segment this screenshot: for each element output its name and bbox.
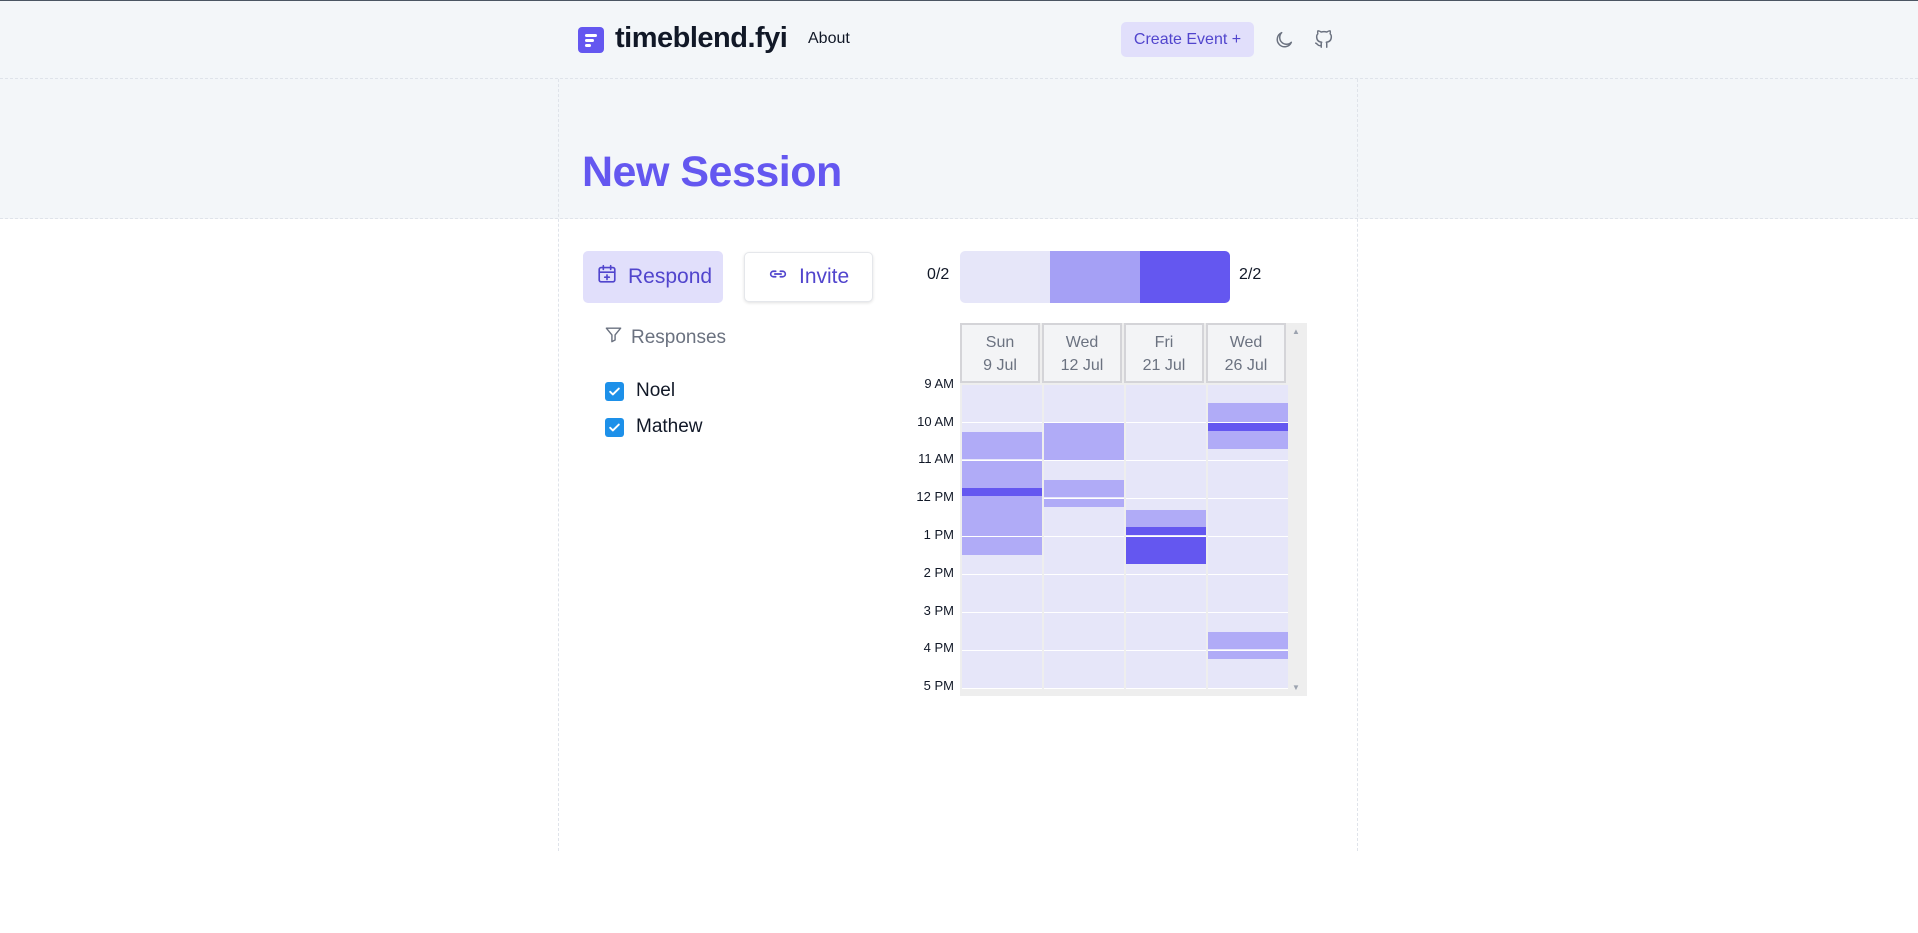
check-icon (609, 387, 620, 395)
page-title: New Session (582, 148, 842, 196)
hour-cell[interactable] (1044, 575, 1124, 612)
time-label: 10 AM (917, 414, 954, 429)
github-icon[interactable] (1313, 28, 1335, 50)
availability-block (1208, 632, 1288, 649)
availability-block (1044, 499, 1124, 507)
invite-button[interactable]: Invite (744, 252, 873, 302)
day-header: Fri 21 Jul (1124, 323, 1204, 383)
time-label: 1 PM (923, 527, 954, 542)
availability-block (962, 537, 1042, 555)
hour-cell[interactable] (1208, 461, 1288, 498)
legend-min-label: 0/2 (927, 266, 950, 283)
availability-block (1044, 423, 1124, 460)
checkbox[interactable] (605, 381, 624, 401)
hour-cell[interactable] (1044, 385, 1124, 422)
hour-cell[interactable] (1126, 613, 1206, 650)
hour-cell[interactable] (962, 575, 1042, 612)
availability-block (962, 432, 1042, 459)
hour-cell[interactable] (1126, 423, 1206, 460)
time-label: 9 AM (924, 376, 954, 391)
invite-label: Invite (799, 265, 850, 288)
legend-swatch-1 (1050, 251, 1140, 303)
top-navbar (0, 1, 1918, 79)
hour-cell[interactable] (1126, 651, 1206, 688)
day-header: Wed 26 Jul (1206, 323, 1286, 383)
content-left-guide (558, 79, 559, 851)
content-right-guide (1357, 79, 1358, 851)
day-column[interactable] (962, 385, 1042, 689)
create-event-button[interactable]: Create Event + (1121, 22, 1254, 57)
legend-max-label: 2/2 (1239, 266, 1262, 283)
hour-cell[interactable] (1126, 575, 1206, 612)
hour-cell[interactable] (1208, 575, 1288, 612)
check-icon (609, 423, 620, 431)
responses-label: Responses (631, 326, 727, 348)
hour-cell[interactable] (962, 651, 1042, 688)
response-item-noel[interactable]: Noel (605, 380, 675, 402)
time-label: 11 AM (918, 451, 954, 466)
availability-grid[interactable]: Sun 9 Jul Wed 12 Jul Fri 21 Jul Wed 26 Jul (960, 323, 1307, 696)
legend-swatch-2 (1140, 251, 1230, 303)
availability-block (962, 499, 1042, 536)
response-name: Mathew (636, 416, 703, 437)
brand-name[interactable]: timeblend.fyi (615, 22, 788, 55)
moon-icon[interactable] (1273, 29, 1295, 51)
hour-cell[interactable] (1208, 537, 1288, 574)
legend-swatch-0 (960, 251, 1050, 303)
logo-icon[interactable] (578, 27, 604, 53)
hour-cell[interactable] (1044, 613, 1124, 650)
time-label: 12 PM (916, 489, 954, 504)
response-item-mathew[interactable]: Mathew (605, 416, 703, 438)
availability-block (962, 461, 1042, 488)
availability-block (1208, 651, 1288, 659)
hour-cell[interactable] (962, 385, 1042, 422)
hour-cell[interactable] (1126, 385, 1206, 422)
link-icon (767, 263, 789, 291)
day-header: Wed 12 Jul (1042, 323, 1122, 383)
availability-block (1208, 403, 1288, 422)
scroll-up-arrow[interactable]: ▲ (1292, 327, 1300, 336)
hour-cell[interactable] (1044, 651, 1124, 688)
respond-button[interactable]: Respond (583, 251, 723, 303)
availability-block (962, 488, 1042, 496)
nav-about-link[interactable]: About (808, 30, 850, 48)
availability-block (1126, 527, 1206, 535)
availability-block (1126, 510, 1206, 527)
time-label: 5 PM (923, 678, 954, 693)
response-name: Noel (636, 380, 676, 401)
availability-block (1208, 431, 1288, 449)
day-column[interactable] (1208, 385, 1288, 689)
time-label: 3 PM (923, 603, 954, 618)
hour-cell[interactable] (1044, 537, 1124, 574)
scroll-down-arrow[interactable]: ▼ (1292, 683, 1300, 692)
hour-cell[interactable] (1126, 461, 1206, 498)
hour-cell[interactable] (962, 613, 1042, 650)
calendar-plus-icon (596, 263, 618, 291)
responses-filter[interactable]: Responses (604, 325, 726, 350)
time-label: 4 PM (923, 640, 954, 655)
time-label: 2 PM (923, 565, 954, 580)
day-column[interactable] (1044, 385, 1124, 689)
availability-legend (960, 251, 1230, 303)
availability-block (1126, 537, 1206, 564)
availability-block (1044, 480, 1124, 497)
respond-label: Respond (628, 265, 713, 288)
hour-cell[interactable] (1208, 499, 1288, 536)
day-column[interactable] (1126, 385, 1206, 689)
checkbox[interactable] (605, 417, 624, 437)
day-header: Sun 9 Jul (960, 323, 1040, 383)
title-band (0, 79, 1918, 219)
availability-block (1208, 423, 1288, 431)
filter-icon (604, 325, 623, 350)
